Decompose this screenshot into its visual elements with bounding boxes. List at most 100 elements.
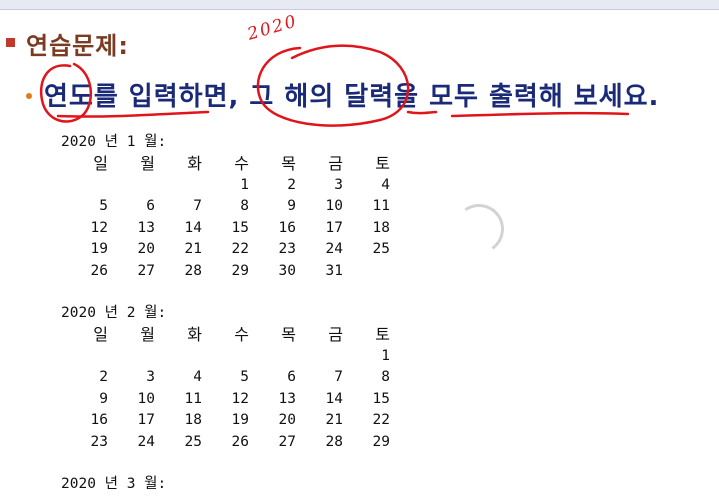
day-cell: 9 [287,198,296,214]
month-gap [61,282,390,303]
weekday-row: 일월화수목금토 [61,324,390,346]
day-cell: 29 [372,433,390,450]
handwritten-note: 2020 [245,11,301,45]
day-cell: 31 [325,262,343,279]
day-cell: 28 [325,433,343,450]
weekday-label: 토 [375,154,390,173]
square-bullet-icon [6,38,15,47]
day-cell: 29 [231,262,249,279]
day-cell: 2 [99,369,108,385]
day-cell: 6 [287,369,296,385]
slide-top-border [0,0,719,10]
day-cell [296,346,343,368]
week-row: 9 10 11 12 13 14 15 [61,389,390,411]
weekday-label: 일 [93,325,108,344]
slide-title: 연습문제: [26,32,129,60]
day-cell: 14 [325,390,343,407]
calendar-output: 2020 년 1 월: 일 월 화 수 목 금 토 1 2 3 4 5 6 7 8 9 10 11 12 13 14 15 1… [61,132,390,495]
day-cell: 12 [90,219,108,236]
loading-spinner-icon [450,200,508,258]
day-cell: 10 [325,198,343,214]
day-cell: 13 [137,219,155,236]
month-header: 2020 년 2 월: [61,305,167,321]
day-cell: 19 [90,241,108,257]
day-cell: 4 [193,369,202,385]
day-cell: 11 [184,390,202,407]
day-cell: 22 [231,241,249,257]
day-cell: 11 [372,198,390,214]
day-cell: 1 [381,347,390,364]
day-cell: 25 [184,433,202,450]
day-cell: 23 [278,241,296,257]
week-row: 26 27 28 29 30 31 [61,261,390,283]
day-cell: 16 [278,219,296,236]
day-cell [343,261,390,283]
day-cell: 15 [231,219,249,236]
week-row: 2 3 4 5 6 7 8 [61,367,390,389]
day-cell: 18 [372,219,390,236]
day-cell: 8 [381,369,390,385]
day-cell: 13 [278,390,296,407]
day-cell: 10 [137,390,155,407]
month-header: 2020 년 1 월: [61,134,167,150]
day-cell: 20 [278,412,296,428]
day-cell [155,346,202,368]
week-row: 1 2 3 4 [61,175,390,197]
week-row: 12 13 14 15 16 17 18 [61,218,390,240]
day-cell: 2 [287,176,296,193]
weekday-label: 금 [328,154,343,173]
day-cell: 7 [193,198,202,214]
ink-underline-all [450,111,630,118]
day-cell: 17 [137,412,155,428]
weekday-label: 월 [140,154,155,173]
day-cell: 6 [146,198,155,214]
weekday-label: 월 [140,325,155,344]
day-cell: 24 [325,241,343,257]
week-row: 16 17 18 19 20 21 22 [61,410,390,432]
day-cell: 3 [146,369,155,385]
day-cell: 15 [372,390,390,407]
weekday-label: 화 [187,154,202,173]
day-cell: 24 [137,433,155,450]
day-cell: 1 [240,176,249,193]
day-cell: 26 [90,262,108,279]
day-cell: 7 [334,369,343,385]
day-cell [61,175,108,197]
instruction-text: 연도를 입력하면, 그 해의 달력을 모두 출력해 보세요. [44,82,660,112]
weekday-label: 수 [234,154,249,173]
weekday-label: 일 [93,154,108,173]
week-row: 23 24 25 26 27 28 29 [61,432,390,454]
day-cell [108,346,155,368]
day-cell: 5 [240,369,249,385]
week-row: 5 6 7 8 9 10 11 [61,196,390,218]
day-cell: 17 [325,219,343,236]
day-cell: 26 [231,433,249,450]
day-cell: 19 [231,412,249,428]
day-cell: 30 [278,262,296,279]
week-row: 19 20 21 22 23 24 25 [61,239,390,261]
weekday-label: 화 [187,325,202,344]
weekday-label: 토 [375,325,390,344]
day-cell [202,346,249,368]
weekday-row: 일월화수목금토 [61,153,390,175]
day-cell: 16 [90,412,108,428]
day-cell: 18 [184,412,202,428]
day-cell [155,175,202,197]
weekday-label: 목 [281,154,296,173]
day-cell: 25 [372,241,390,257]
day-cell: 12 [231,390,249,407]
day-cell [61,346,108,368]
day-cell: 27 [137,262,155,279]
dot-bullet-icon [26,93,32,99]
day-cell: 14 [184,219,202,236]
day-cell: 21 [325,412,343,428]
day-cell: 20 [137,241,155,257]
day-cell: 5 [99,198,108,214]
weekday-label: 금 [328,325,343,344]
day-cell [108,175,155,197]
day-cell: 23 [90,433,108,450]
day-cell [249,346,296,368]
weekday-label: 목 [281,325,296,344]
day-cell: 4 [381,176,390,193]
day-cell: 21 [184,241,202,257]
